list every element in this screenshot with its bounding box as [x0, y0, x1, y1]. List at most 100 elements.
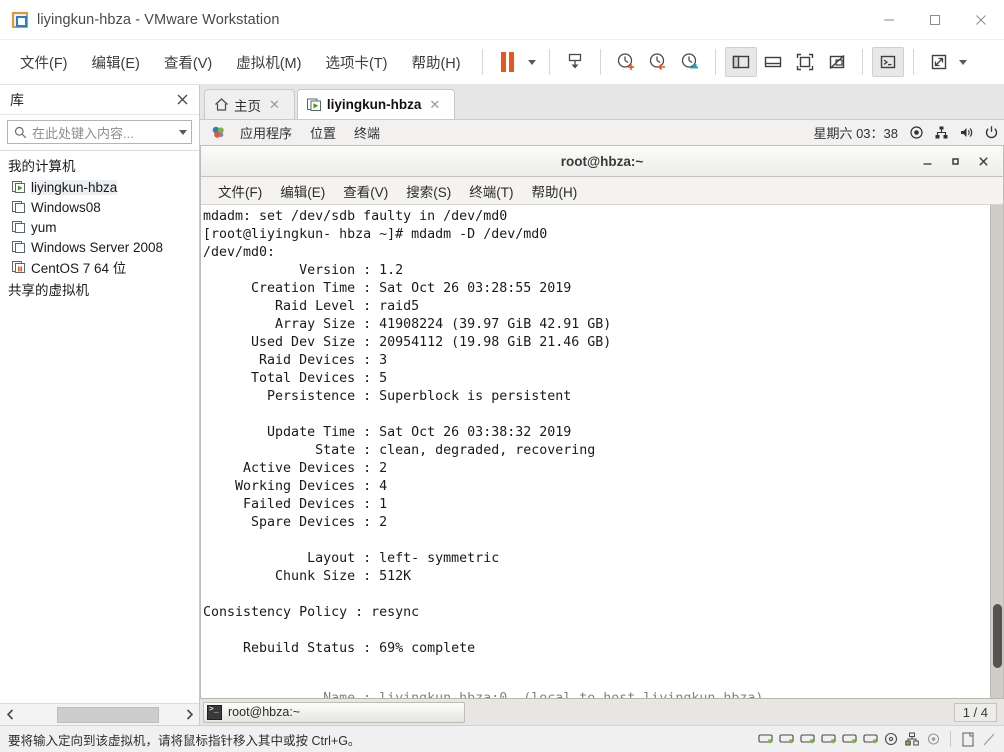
vm-off-icon — [12, 220, 26, 234]
taskbar-item-terminal[interactable]: root@hbza:~ — [203, 701, 465, 723]
gnome-clock[interactable]: 星期六 03：38 — [813, 123, 904, 142]
list-item[interactable]: Windows08 — [0, 197, 199, 217]
terminal-menu-edit[interactable]: 编辑(E) — [271, 179, 334, 203]
list-item[interactable]: yum — [0, 217, 199, 237]
main-body: 库 在此处键入内容... 我的计算机 liyingkun-hbza Window… — [0, 85, 1004, 725]
close-icon[interactable] — [958, 0, 1004, 40]
snapshot-manager-button[interactable] — [674, 47, 706, 77]
tab-vm-label: liyingkun-hbza — [326, 97, 422, 112]
menu-file[interactable]: 文件(F) — [10, 48, 78, 77]
vm-tabstrip: 主页 ✕ liyingkun-hbza ✕ — [200, 85, 1004, 120]
unity-mode-button[interactable] — [821, 47, 853, 77]
toolbar-separator — [481, 49, 483, 75]
scrollbar-thumb[interactable] — [57, 706, 159, 723]
close-icon[interactable] — [174, 92, 191, 108]
workspace-indicator[interactable]: 1 / 4 — [953, 702, 997, 722]
hard-disk-icon[interactable] — [861, 730, 880, 749]
search-icon — [14, 126, 27, 139]
hard-disk-icon[interactable] — [756, 730, 775, 749]
enter-fullscreen-button[interactable] — [789, 47, 821, 77]
close-icon[interactable] — [969, 148, 997, 176]
accessibility-icon[interactable] — [904, 125, 929, 140]
taskbar-item-label: root@hbza:~ — [228, 705, 301, 719]
search-input[interactable]: 在此处键入内容... — [7, 120, 192, 144]
printer-icon[interactable] — [958, 730, 977, 749]
volume-icon[interactable] — [954, 125, 979, 140]
hard-disk-icon[interactable] — [777, 730, 796, 749]
menu-view[interactable]: 查看(V) — [154, 48, 222, 77]
tab-liyingkun-hbza[interactable]: liyingkun-hbza ✕ — [296, 89, 456, 119]
chevron-right-icon[interactable] — [180, 706, 198, 724]
vmware-workstation-window: liyingkun-hbza - VMware Workstation 文件(F… — [0, 0, 1004, 752]
vm-area: 主页 ✕ liyingkun-hbza ✕ 应用程序 位置 终端 星期六 03：… — [200, 85, 1004, 725]
library-header: 库 — [0, 85, 199, 115]
stretch-button[interactable] — [923, 47, 955, 77]
vm-group-shared[interactable]: 共享的虚拟机 — [0, 277, 199, 301]
terminal-menu-search[interactable]: 搜索(S) — [397, 179, 460, 203]
maximize-icon[interactable] — [912, 0, 958, 40]
terminal-scrollbar[interactable] — [990, 205, 1003, 698]
send-ctrl-alt-del-button[interactable] — [559, 47, 591, 77]
terminal-titlebar: root@hbza:~ — [201, 146, 1003, 177]
hard-disk-icon[interactable] — [819, 730, 838, 749]
toolbar-separator — [548, 49, 550, 75]
terminal-window-controls — [913, 146, 997, 177]
list-item[interactable]: Windows Server 2008 — [0, 237, 199, 257]
terminal-menu-view[interactable]: 查看(V) — [334, 179, 397, 203]
terminal-menu-terminal[interactable]: 终端(T) — [460, 179, 522, 203]
maximize-icon[interactable] — [941, 148, 969, 176]
library-horizontal-scrollbar[interactable] — [0, 703, 199, 725]
gnome-menu-terminal[interactable]: 终端 — [345, 123, 389, 142]
suspend-button[interactable] — [492, 47, 524, 77]
scrollbar-track[interactable] — [19, 706, 180, 724]
power-icon[interactable] — [979, 125, 1004, 140]
usb-icon[interactable] — [924, 730, 943, 749]
pause-icon — [501, 52, 515, 72]
menu-edit[interactable]: 编辑(E) — [82, 48, 150, 77]
minimize-icon[interactable] — [866, 0, 912, 40]
take-snapshot-button[interactable] — [610, 47, 642, 77]
stretch-dropdown[interactable] — [955, 47, 971, 77]
list-item[interactable]: liyingkun-hbza — [0, 177, 199, 197]
close-icon[interactable]: ✕ — [429, 97, 440, 113]
menu-tabs[interactable]: 选项卡(T) — [315, 48, 397, 77]
gnome-menu-places[interactable]: 位置 — [301, 123, 345, 142]
hard-disk-icon[interactable] — [840, 730, 859, 749]
expand-arrows-icon — [931, 54, 946, 70]
power-dropdown[interactable] — [524, 47, 540, 77]
terminal-menu-help[interactable]: 帮助(H) — [523, 179, 587, 203]
vm-desktop: root@hbza:~ 文件(F) 编辑(E) 查看(V) 搜索(S) 终端(T… — [200, 146, 1004, 725]
gnome-foot-icon — [206, 125, 231, 140]
tab-home-label: 主页 — [234, 98, 261, 114]
menu-help[interactable]: 帮助(H) — [401, 48, 470, 77]
terminal-clipped-line: Name : liyingkun-hbza:0 (local to host l… — [201, 690, 1003, 698]
show-thumbnails-button[interactable] — [757, 47, 789, 77]
console-view-button[interactable] — [871, 47, 904, 77]
chevron-left-icon[interactable] — [1, 706, 19, 724]
minimize-icon[interactable] — [913, 148, 941, 176]
terminal-icon — [207, 704, 222, 720]
network-icon[interactable] — [929, 125, 954, 140]
resize-grip-icon[interactable] — [979, 730, 998, 749]
chevron-down-icon — [958, 59, 967, 65]
gnome-menu-applications[interactable]: 应用程序 — [231, 123, 301, 142]
status-message: 要将输入定向到该虚拟机，请将鼠标指针移入其中或按 Ctrl+G。 — [8, 733, 361, 748]
revert-snapshot-button[interactable] — [642, 47, 674, 77]
scrollbar-thumb[interactable] — [993, 604, 1002, 668]
tab-home[interactable]: 主页 ✕ — [204, 89, 295, 119]
hard-disk-icon[interactable] — [798, 730, 817, 749]
terminal-menu-file[interactable]: 文件(F) — [209, 179, 271, 203]
show-library-button[interactable] — [724, 47, 757, 77]
list-item[interactable]: CentOS 7 64 位 — [0, 257, 199, 277]
library-sidebar: 库 在此处键入内容... 我的计算机 liyingkun-hbza Window… — [0, 85, 200, 725]
terminal-body[interactable]: mdadm: set /dev/sdb faulty in /dev/md0 [… — [201, 205, 1003, 698]
window-controls — [866, 0, 1004, 40]
close-icon[interactable]: ✕ — [269, 97, 280, 113]
vm-group-my-computer[interactable]: 我的计算机 — [0, 153, 199, 177]
snapshot-add-icon — [617, 53, 634, 70]
list-item-label: CentOS 7 64 位 — [31, 261, 127, 276]
cd-dvd-icon[interactable] — [882, 730, 901, 749]
network-adapter-icon[interactable] — [903, 730, 922, 749]
chevron-down-icon[interactable] — [179, 129, 187, 135]
menu-vm[interactable]: 虚拟机(M) — [226, 48, 311, 77]
